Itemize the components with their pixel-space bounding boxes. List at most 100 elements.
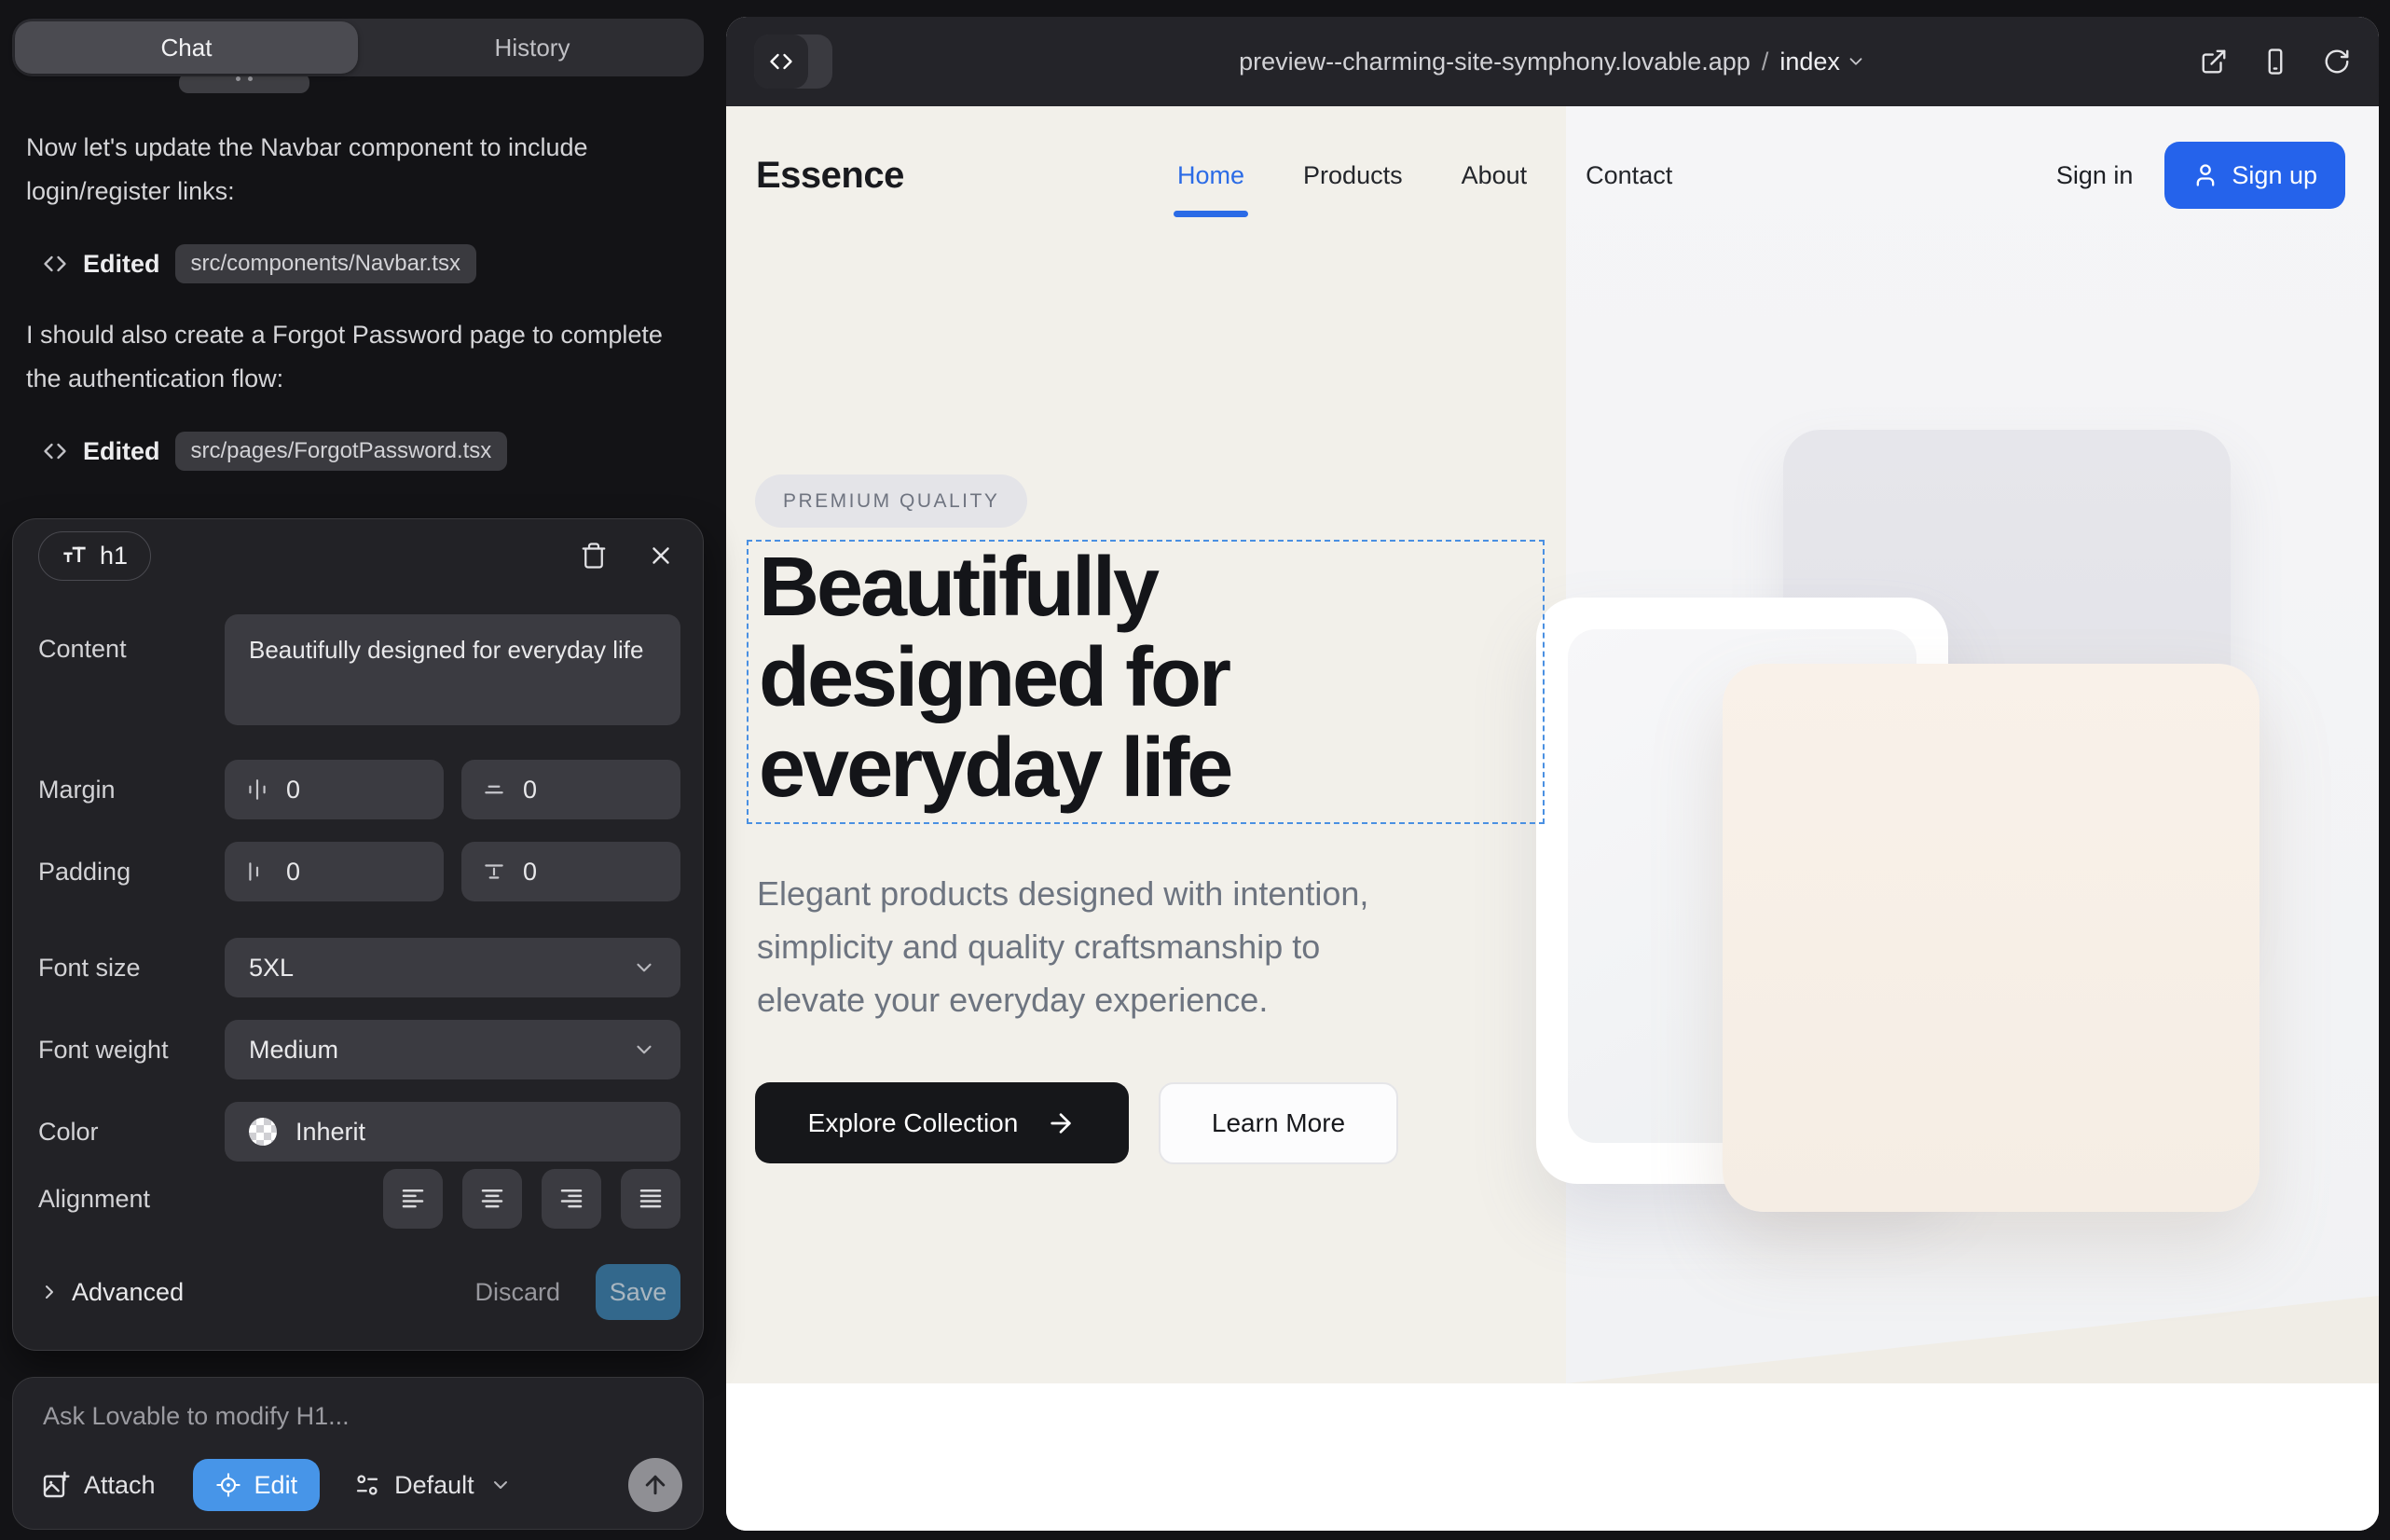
chevron-down-icon	[632, 956, 656, 980]
font-weight-row: Font weight Medium	[38, 1020, 680, 1079]
site-canvas: Essence Home Products About Contact Sign…	[726, 106, 2379, 1531]
alignment-row: Alignment	[38, 1169, 680, 1229]
code-icon	[42, 251, 68, 277]
edited-label: Edited	[83, 437, 160, 466]
preview-host: preview--charming-site-symphony.lovable.…	[1239, 48, 1751, 76]
alignment-buttons	[383, 1169, 680, 1229]
attach-label: Attach	[84, 1471, 156, 1500]
alignment-label: Alignment	[38, 1185, 225, 1214]
path-separator: /	[1762, 48, 1769, 76]
font-weight-select[interactable]: Medium	[225, 1020, 680, 1079]
save-button[interactable]: Save	[596, 1264, 680, 1320]
preview-header: preview--charming-site-symphony.lovable.…	[726, 17, 2379, 106]
tab-history[interactable]: History	[361, 19, 704, 76]
chevron-right-icon	[38, 1281, 61, 1303]
preview-frame: preview--charming-site-symphony.lovable.…	[726, 17, 2379, 1531]
close-editor-button[interactable]	[647, 542, 675, 570]
delete-element-button[interactable]	[580, 542, 608, 570]
send-button[interactable]	[628, 1458, 682, 1512]
margin-label: Margin	[38, 776, 225, 804]
assistant-message: I should also create a Forgot Password p…	[26, 313, 688, 401]
chevron-down-icon	[1846, 51, 1866, 72]
next-section-background	[726, 1383, 2379, 1531]
site-nav-links: Home Products About Contact	[1177, 161, 1672, 190]
nav-link-about[interactable]: About	[1462, 161, 1528, 190]
padding-vertical-icon	[482, 859, 506, 884]
edit-mode-button[interactable]: Edit	[193, 1459, 321, 1511]
padding-row: Padding 0 0	[38, 842, 680, 901]
padding-horizontal-value: 0	[286, 858, 300, 887]
sign-up-button[interactable]: Sign up	[2164, 142, 2345, 209]
chevron-down-icon	[489, 1474, 512, 1496]
chat-sidebar: Chat History Now let's update the Navbar…	[0, 0, 726, 1540]
color-swatch-transparent	[249, 1118, 277, 1146]
assistant-message: Now let's update the Navbar component to…	[26, 126, 688, 213]
mode-selector[interactable]: Default	[353, 1471, 512, 1500]
tab-chat[interactable]: Chat	[15, 21, 358, 74]
content-label: Content	[38, 614, 225, 664]
site-logo[interactable]: Essence	[756, 155, 904, 197]
font-size-select[interactable]: 5XL	[225, 938, 680, 997]
chevron-down-icon	[632, 1038, 656, 1062]
h1-selection-overlay	[747, 540, 1545, 824]
page-dropdown[interactable]: index	[1779, 48, 1866, 76]
sign-up-label: Sign up	[2232, 161, 2317, 190]
nav-link-products[interactable]: Products	[1303, 161, 1403, 190]
margin-vertical-input[interactable]: 0	[461, 760, 680, 819]
refresh-button[interactable]	[2323, 48, 2351, 76]
align-justify-button[interactable]	[621, 1169, 680, 1229]
align-right-button[interactable]	[542, 1169, 601, 1229]
message-line: I should also create a Forgot Password p…	[26, 321, 554, 349]
content-row: Content Beautifully designed for everyda…	[38, 614, 680, 725]
margin-row: Margin 0 0	[38, 760, 680, 819]
color-value: Inherit	[295, 1118, 365, 1147]
margin-horizontal-input[interactable]: 0	[225, 760, 444, 819]
margin-horizontal-icon	[245, 777, 269, 802]
padding-vertical-value: 0	[523, 858, 537, 887]
chat-history-tabbar: Chat History	[12, 19, 704, 76]
editor-header-actions	[580, 542, 675, 570]
sliders-icon	[353, 1471, 381, 1499]
color-select[interactable]: Inherit	[225, 1102, 680, 1162]
mobile-view-button[interactable]	[2261, 48, 2289, 76]
code-view-toggle[interactable]	[754, 34, 832, 89]
align-center-button[interactable]	[462, 1169, 522, 1229]
attach-button[interactable]: Attach	[41, 1470, 156, 1500]
margin-vertical-icon	[482, 777, 506, 802]
padding-vertical-input[interactable]: 0	[461, 842, 680, 901]
nav-link-contact[interactable]: Contact	[1586, 161, 1672, 190]
message-line: Now let's update the Navbar component to	[26, 133, 501, 161]
hero-cta-row: Explore Collection Learn More	[755, 1082, 1398, 1164]
advanced-label: Advanced	[72, 1278, 184, 1307]
font-weight-label: Font weight	[38, 1036, 225, 1065]
open-external-button[interactable]	[2200, 48, 2228, 76]
padding-horizontal-input[interactable]: 0	[225, 842, 444, 901]
sign-in-button[interactable]: Sign in	[2056, 161, 2134, 190]
edited-label: Edited	[83, 250, 160, 279]
padding-label: Padding	[38, 858, 225, 887]
content-input[interactable]: Beautifully designed for everyday life	[225, 614, 680, 725]
description-line: Elegant products designed with intention…	[757, 867, 1368, 920]
preview-url-bar: preview--charming-site-symphony.lovable.…	[726, 17, 2379, 106]
explore-collection-button[interactable]: Explore Collection	[755, 1082, 1129, 1163]
file-chip-forgot-password[interactable]: src/pages/ForgotPassword.tsx	[175, 432, 508, 471]
margin-vertical-value: 0	[523, 776, 537, 804]
color-label: Color	[38, 1118, 225, 1147]
advanced-toggle[interactable]: Advanced	[38, 1278, 184, 1307]
editor-footer: Advanced Discard Save	[38, 1262, 680, 1322]
nav-link-home[interactable]: Home	[1177, 161, 1244, 190]
discard-button[interactable]: Discard	[474, 1278, 560, 1307]
learn-more-button[interactable]: Learn More	[1159, 1082, 1398, 1164]
auth-actions: Sign in Sign up	[2056, 142, 2345, 209]
element-tag-chip: h1	[38, 531, 151, 581]
color-row: Color Inherit	[38, 1102, 680, 1162]
page-name: index	[1779, 48, 1840, 76]
preview-actions	[2200, 48, 2351, 76]
arrow-up-icon	[641, 1471, 669, 1499]
composer-input[interactable]	[43, 1402, 673, 1431]
element-editor-panel: h1 Content Beautifully designed for ever…	[12, 518, 704, 1351]
arrow-right-icon	[1046, 1108, 1076, 1138]
target-icon	[215, 1472, 241, 1498]
align-left-button[interactable]	[383, 1169, 443, 1229]
file-chip-navbar[interactable]: src/components/Navbar.tsx	[175, 244, 476, 283]
